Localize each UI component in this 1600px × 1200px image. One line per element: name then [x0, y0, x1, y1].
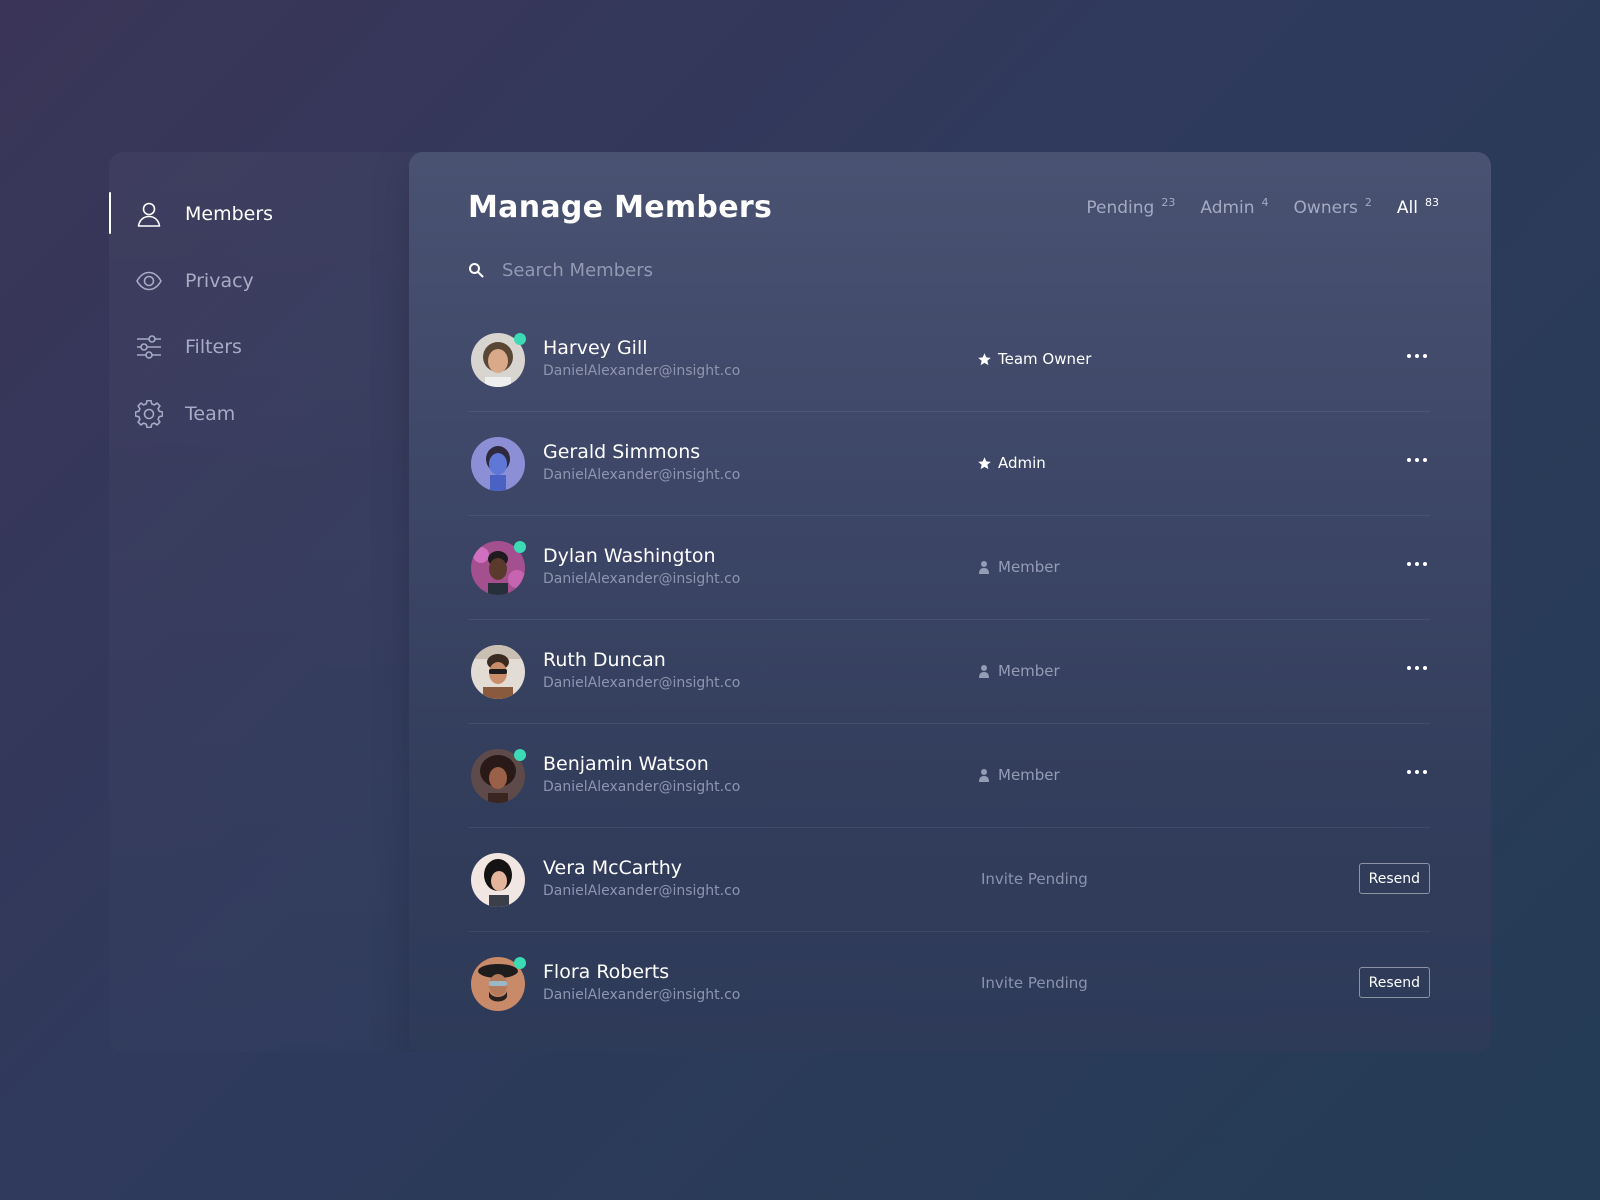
online-status-dot — [514, 333, 526, 345]
star-icon — [976, 351, 992, 367]
role-label: Member — [998, 662, 1060, 680]
online-status-dot — [514, 957, 526, 969]
avatar-wrap — [471, 957, 526, 1011]
more-options-button[interactable] — [1404, 762, 1430, 782]
person-icon — [976, 767, 992, 783]
member-role: Invite Pending — [981, 870, 1088, 888]
online-status-dot — [514, 541, 526, 553]
member-role: Member — [976, 558, 1060, 576]
avatar[interactable] — [471, 645, 525, 699]
search-bar — [468, 255, 968, 285]
sidebar: Members Privacy Filters Team — [109, 152, 409, 1052]
tab-count: 4 — [1261, 196, 1269, 209]
more-options-button[interactable] — [1404, 554, 1430, 574]
tab-label: All — [1396, 198, 1418, 218]
member-email: DanielAlexander@insight.co — [543, 779, 741, 795]
member-email: DanielAlexander@insight.co — [543, 675, 741, 691]
star-icon — [976, 455, 992, 471]
tab-count: 83 — [1425, 196, 1439, 209]
sidebar-item-filters[interactable]: Filters — [109, 325, 409, 369]
avatar-wrap — [471, 749, 526, 803]
person-icon — [976, 559, 992, 575]
member-role: Member — [976, 766, 1060, 784]
table-row: Ruth Duncan DanielAlexander@insight.co M… — [468, 620, 1430, 724]
tab-owners[interactable]: Owners 2 — [1293, 196, 1372, 218]
table-row: Dylan Washington DanielAlexander@insight… — [468, 516, 1430, 620]
resend-button[interactable]: Resend — [1358, 863, 1430, 894]
tab-all[interactable]: All 83 — [1396, 196, 1439, 218]
app-window: Members Privacy Filters Team Manage Memb… — [109, 152, 1491, 1052]
table-row: Flora Roberts DanielAlexander@insight.co… — [468, 932, 1430, 1035]
table-row: Harvey Gill DanielAlexander@insight.co T… — [468, 308, 1430, 412]
sidebar-item-privacy[interactable]: Privacy — [109, 259, 409, 303]
member-email: DanielAlexander@insight.co — [543, 467, 741, 483]
sidebar-item-members[interactable]: Members — [109, 192, 409, 236]
avatar-wrap — [471, 853, 525, 907]
person-icon — [976, 663, 992, 679]
member-name: Ruth Duncan — [543, 649, 666, 671]
member-name: Benjamin Watson — [543, 753, 709, 775]
sidebar-item-label: Privacy — [185, 270, 254, 292]
tab-count: 23 — [1161, 196, 1176, 209]
member-role: Team Owner — [976, 350, 1091, 368]
search-icon[interactable] — [468, 262, 484, 278]
avatar-wrap — [471, 645, 525, 699]
member-name: Flora Roberts — [543, 961, 670, 983]
table-row: Vera McCarthy DanielAlexander@insight.co… — [468, 828, 1430, 932]
sidebar-item-label: Members — [185, 203, 274, 225]
tab-admin[interactable]: Admin 4 — [1200, 196, 1269, 218]
avatar-wrap — [471, 437, 525, 491]
tab-pending[interactable]: Pending 23 — [1086, 196, 1176, 218]
sidebar-item-team[interactable]: Team — [109, 392, 409, 436]
table-row: Benjamin Watson DanielAlexander@insight.… — [468, 724, 1430, 828]
tab-label: Owners — [1293, 198, 1358, 218]
member-name: Dylan Washington — [543, 545, 716, 567]
more-options-button[interactable] — [1404, 346, 1430, 366]
eye-icon — [134, 266, 164, 296]
role-label: Team Owner — [998, 350, 1092, 368]
tab-label: Admin — [1200, 198, 1255, 218]
role-label: Admin — [998, 454, 1046, 472]
role-label: Member — [998, 558, 1060, 576]
sidebar-item-label: Filters — [185, 336, 242, 358]
search-input[interactable] — [502, 259, 922, 281]
filter-tabs: Pending 23 Admin 4 Owners 2 All 83 — [1086, 196, 1439, 218]
member-name: Harvey Gill — [543, 337, 648, 359]
avatar-wrap — [471, 333, 526, 387]
members-list: Harvey Gill DanielAlexander@insight.co T… — [468, 308, 1430, 1035]
member-role: Member — [976, 662, 1060, 680]
more-options-button[interactable] — [1404, 450, 1430, 470]
avatar[interactable] — [471, 437, 525, 491]
role-label: Invite Pending — [981, 870, 1088, 888]
sidebar-item-label: Team — [185, 403, 236, 425]
active-indicator — [109, 192, 111, 234]
member-email: DanielAlexander@insight.co — [543, 571, 741, 587]
member-name: Vera McCarthy — [543, 857, 683, 879]
main-panel: Manage Members Pending 23 Admin 4 Owners… — [409, 152, 1491, 1052]
member-name: Gerald Simmons — [543, 441, 701, 463]
page-title: Manage Members — [468, 190, 773, 225]
user-icon — [134, 199, 164, 229]
resend-button[interactable]: Resend — [1358, 967, 1430, 998]
member-role: Admin — [976, 454, 1046, 472]
member-email: DanielAlexander@insight.co — [543, 363, 741, 379]
member-email: DanielAlexander@insight.co — [543, 883, 741, 899]
table-row: Gerald Simmons DanielAlexander@insight.c… — [468, 412, 1430, 516]
online-status-dot — [514, 749, 526, 761]
avatar-wrap — [471, 541, 526, 595]
sliders-icon — [134, 332, 164, 362]
member-role: Invite Pending — [981, 974, 1088, 992]
avatar[interactable] — [471, 853, 525, 907]
gear-icon — [134, 399, 164, 429]
tab-label: Pending — [1086, 198, 1155, 218]
tab-count: 2 — [1364, 196, 1372, 209]
member-email: DanielAlexander@insight.co — [543, 987, 741, 1003]
more-options-button[interactable] — [1404, 658, 1430, 678]
role-label: Invite Pending — [981, 974, 1088, 992]
role-label: Member — [998, 766, 1060, 784]
